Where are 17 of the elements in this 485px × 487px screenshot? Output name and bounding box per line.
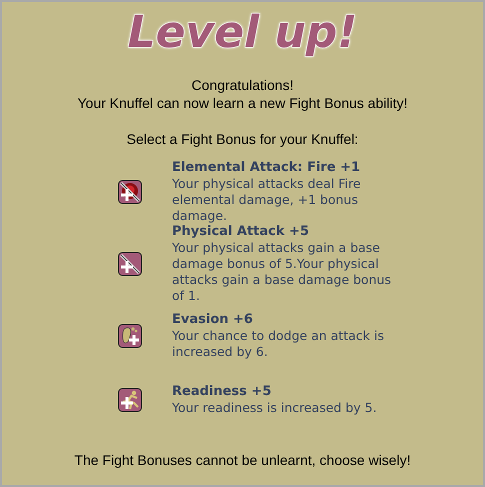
footprint-icon[interactable] <box>118 324 142 348</box>
bonus-name[interactable]: Elemental Attack: Fire +1 <box>172 160 404 176</box>
bonus-name[interactable]: Evasion +6 <box>172 312 404 328</box>
prompt-text: Select a Fight Bonus for your Knuffel: <box>126 130 358 148</box>
sword-icon[interactable] <box>118 252 142 276</box>
bonus-description: Your physical attacks gain a base damage bonus of 5.Your physical attacks gain a base damage bonus of 1. <box>172 240 392 304</box>
intro-text: Your Knuffel can now learn a new Fight Bonus ability! <box>78 94 408 112</box>
bonus-description: Your readiness is increased by 5. <box>172 400 378 416</box>
bonus-description: Your chance to dodge an attack is increased by 6. <box>172 328 385 360</box>
bonus-description: Your physical attacks deal Fire elemental damage, +1 bonus damage. <box>172 176 362 224</box>
bonus-name[interactable]: Readiness +5 <box>172 384 404 400</box>
bonus-name[interactable]: Physical Attack +5 <box>172 224 404 240</box>
running-figure-icon[interactable] <box>118 388 142 412</box>
intro-text: Congratulations! <box>192 76 294 94</box>
warning-text: The Fight Bonuses cannot be unlearnt, choose wisely! <box>74 451 411 469</box>
page-title: Level up! <box>128 8 358 58</box>
fire-sword-icon[interactable] <box>118 180 142 204</box>
